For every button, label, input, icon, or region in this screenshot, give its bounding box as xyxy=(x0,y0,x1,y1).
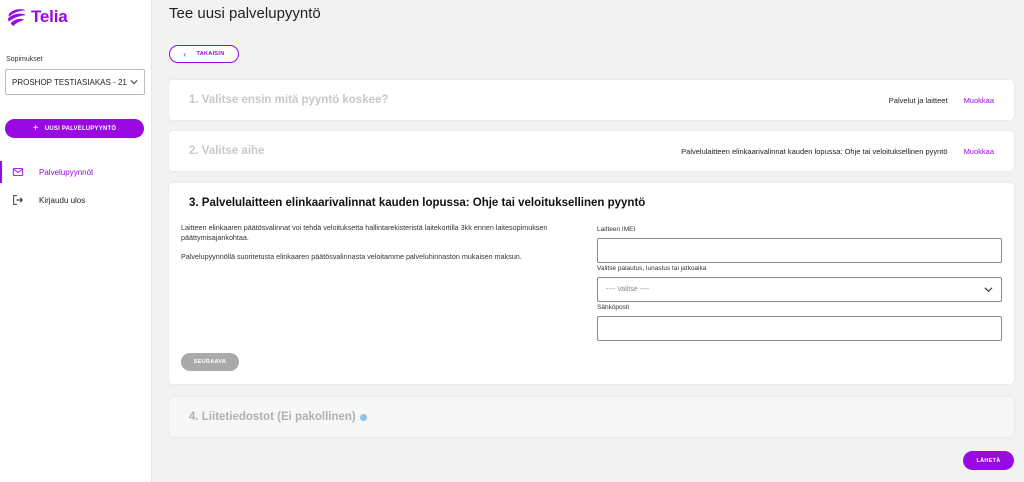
page-title: Tee uusi palvelupyyntö xyxy=(169,5,321,22)
nav-label: Kirjaudu ulos xyxy=(39,195,86,205)
step-3-card: 3. Palvelulaitteen elinkaarivalinnat kau… xyxy=(169,183,1014,384)
chevron-down-icon xyxy=(130,80,138,85)
step-1-value: Palvelut ja laitteet xyxy=(888,95,948,105)
description-paragraph: Laitteen elinkaaren päätösvalinnat voi t… xyxy=(181,223,548,242)
logout-icon xyxy=(13,195,23,205)
step-1-edit-link[interactable]: Muokkaa xyxy=(964,96,994,105)
step-4-card[interactable]: 4. Liitetiedostot (Ei pakollinen) xyxy=(169,397,1014,437)
brand-name: Telia xyxy=(31,7,68,26)
new-request-button[interactable]: + UUSI PALVELUPYYNTÖ xyxy=(5,119,144,138)
email-input[interactable] xyxy=(597,316,1002,341)
contract-select-value: PROSHOP TESTIASIAKAS - 211 xyxy=(12,77,127,87)
sidebar: Telia Sopimukset PROSHOP TESTIASIAKAS - … xyxy=(0,0,152,482)
telia-logo[interactable]: Telia xyxy=(6,6,68,28)
mail-icon xyxy=(12,168,24,176)
nav-item-logout[interactable]: Kirjaudu ulos xyxy=(0,189,152,211)
back-label: TAKAISIN xyxy=(196,51,225,57)
telia-logo-icon xyxy=(7,9,27,27)
nav-label: Palvelupyynnöt xyxy=(39,167,94,177)
step-1-card: 1. Valitse ensin mitä pyyntö koskee? Pal… xyxy=(169,80,1014,120)
step-1-title: 1. Valitse ensin mitä pyyntö koskee? xyxy=(189,94,389,106)
chevron-left-icon: ‹ xyxy=(183,49,187,59)
chevron-down-icon xyxy=(984,287,993,293)
step-2-edit-link[interactable]: Muokkaa xyxy=(964,147,994,156)
send-button[interactable]: LÄHETÄ xyxy=(963,451,1014,470)
new-request-label: UUSI PALVELUPYYNTÖ xyxy=(44,125,117,132)
nav-item-palvelupyynnot[interactable]: Palvelupyynnöt xyxy=(0,161,152,183)
back-button[interactable]: ‹ TAKAISIN xyxy=(169,45,239,63)
email-label: Sähköposti xyxy=(597,304,630,311)
plus-icon: + xyxy=(32,123,39,134)
step-2-title: 2. Valitse aihe xyxy=(189,145,265,157)
contract-select[interactable]: PROSHOP TESTIASIAKAS - 211 xyxy=(5,69,145,95)
imei-label: Laitteen IMEI xyxy=(597,226,636,233)
choice-label: Valitse palautus, lunastus tai jatkoaika xyxy=(597,265,707,272)
step-2-value: Palvelulaitteen elinkaarivalinnat kauden… xyxy=(681,146,948,156)
imei-input[interactable] xyxy=(597,238,1002,263)
step-4-title: 4. Liitetiedostot (Ei pakollinen) xyxy=(189,411,356,423)
info-icon[interactable] xyxy=(359,413,367,421)
step-3-title: 3. Palvelulaitteen elinkaarivalinnat kau… xyxy=(189,197,646,209)
step-2-card: 2. Valitse aihe Palvelulaitteen elinkaar… xyxy=(169,131,1014,171)
description-paragraph: Palvelupyynnöllä suoritetusta elinkaaren… xyxy=(181,252,522,261)
contracts-label: Sopimukset xyxy=(6,56,43,63)
next-button[interactable]: SEURAAVA xyxy=(181,353,239,371)
choice-select[interactable]: ---- Valitse ---- xyxy=(597,277,1002,302)
choice-select-placeholder: ---- Valitse ---- xyxy=(606,286,650,293)
step-3-description: Laitteen elinkaaren päätösvalinnat voi t… xyxy=(181,223,586,272)
